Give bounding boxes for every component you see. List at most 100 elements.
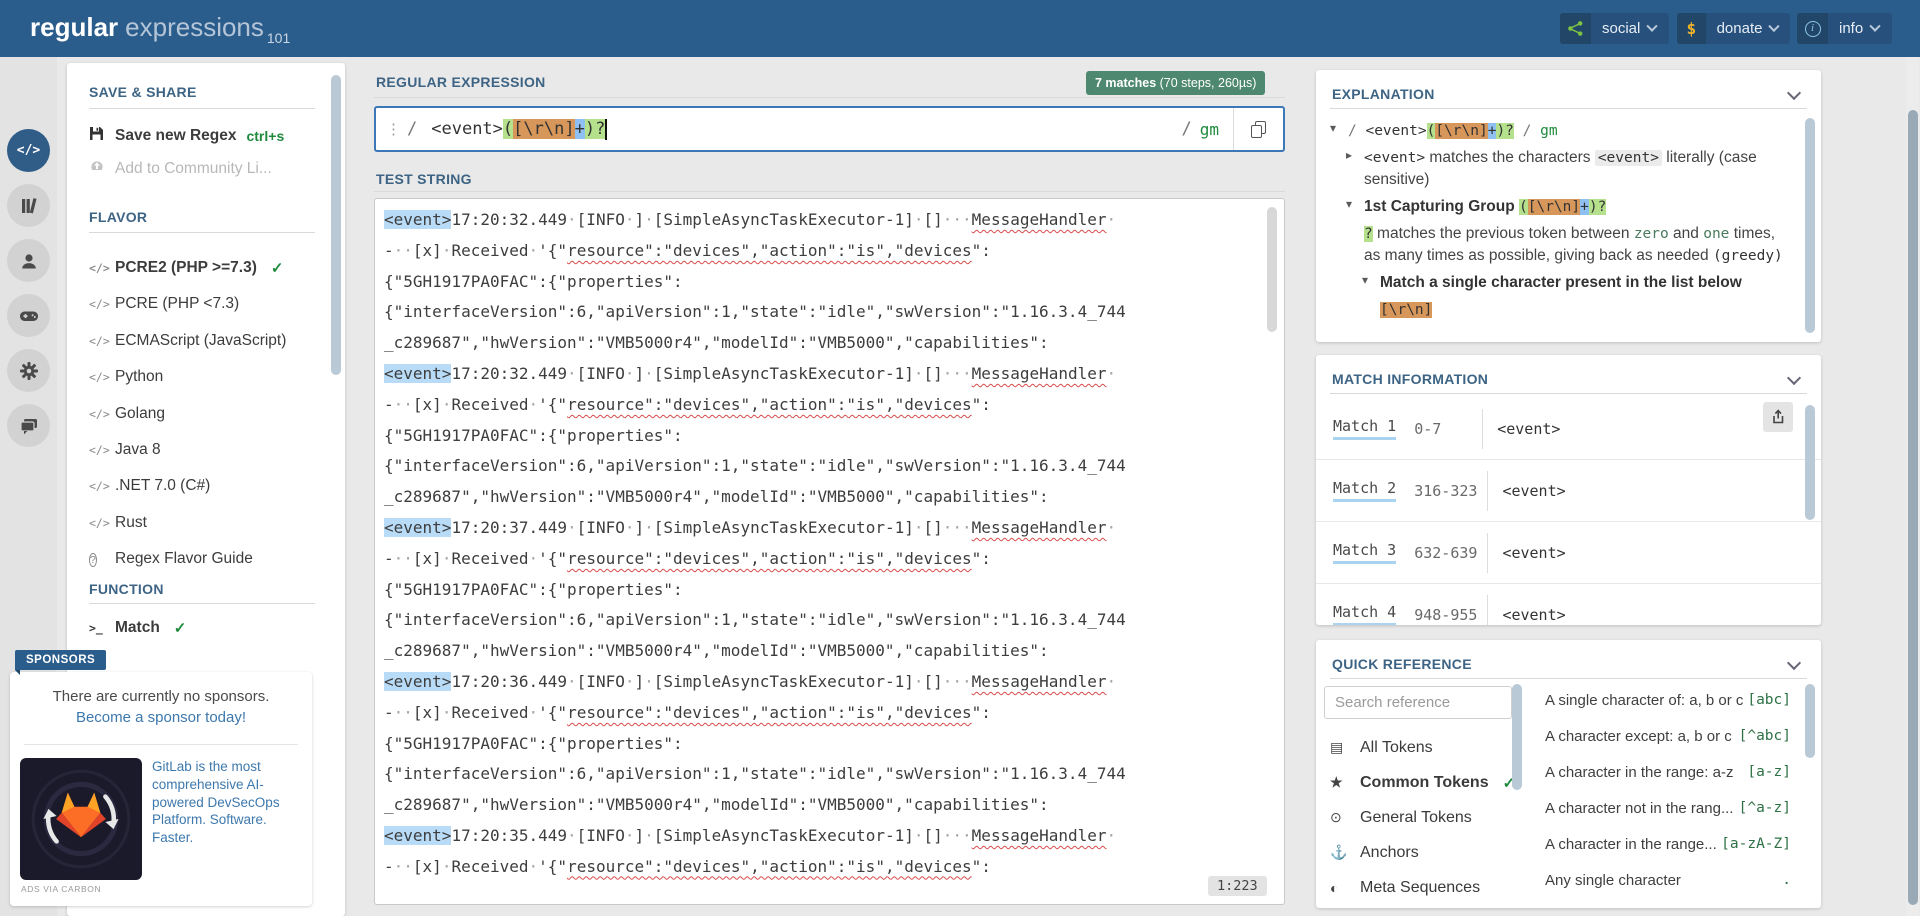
library-icon [21,197,37,213]
token-item[interactable]: A character not in the rang... [^a-z] [1545,790,1791,826]
search-reference-input[interactable] [1324,686,1512,719]
sponsors-badge: SPONSORS [15,650,107,675]
flavor-item-pcre-php-7-3[interactable]: </> PCRE (PHP <7.3) [89,295,239,313]
sidebar-item-account[interactable] [7,239,50,282]
test-string-line: -··[x]·Received·'{"resource":"devices","… [384,852,1266,883]
social-menu-button[interactable]: social [1560,13,1669,44]
match-row[interactable]: Match 3 632-639 <event> [1316,522,1821,584]
flavor-item-regex-flavor-guide[interactable]: ? Regex Flavor Guide [89,550,253,568]
flavor-item-pcre2-php-7-3[interactable]: </> PCRE2 (PHP >=7.3) ✓ [89,259,283,277]
logo-part1: regular [30,12,119,42]
test-text-segment: resource":"devices","action":"is","devic… [567,856,972,876]
collapse-quick-reference-icon[interactable] [1786,655,1802,671]
explanation-text: [\r\n] [1380,301,1433,318]
token-item[interactable]: A character in the range: a-z [a-z] [1545,754,1791,790]
category-item-meta-sequences[interactable]: ◐ Meta Sequences [1324,870,1512,905]
caret-down-icon[interactable]: ▾ [1330,120,1336,137]
page-scrollbar[interactable] [1906,57,1919,916]
sidebar-item-settings[interactable] [7,349,50,392]
whitespace-dot: · [528,702,539,722]
match-list: Match 1 0-7 <event> Match 2 316-323 <event> Ma… [1316,398,1821,625]
explanation-segment: <event> [1364,150,1426,166]
gitlab-ad-image[interactable] [20,758,142,880]
sidebar-item-regex-editor[interactable]: </> [7,129,50,172]
collapse-match-information-icon[interactable] [1786,370,1802,386]
whitespace-dot: · [441,702,452,722]
copy-regex-button[interactable] [1233,108,1283,150]
test-text-segment: MessageHandler [971,517,1107,537]
flavor-item-label: .NET 7.0 (C#) [115,477,211,495]
category-label: All Tokens [1360,738,1433,756]
test-string-line: {"5GH1917PA0FAC":{"properties": [384,575,1266,606]
function-item-match[interactable]: >_ Match ✓ [89,619,186,637]
explanation-row: ? matches the previous token between zer… [1346,223,1795,267]
match-row[interactable]: Match 1 0-7 <event> [1316,398,1821,460]
token-description: Any single character [1545,871,1681,889]
category-item-all-tokens[interactable]: ▤ All Tokens [1324,730,1512,765]
whitespace-dot: · [624,825,635,845]
caret-down-icon[interactable]: ▾ [1362,272,1368,289]
token-item[interactable]: A single character of: a, b or c [abc] [1545,682,1791,718]
code-icon: </> [16,143,41,158]
become-sponsor-link[interactable]: Become a sponsor today! [10,709,312,726]
category-item-common-tokens[interactable]: ★ Common Tokens ✓ [1324,765,1515,800]
regex-input[interactable]: ⋮ / <event>([\r\n]+)? / gm [374,106,1285,152]
caret-down-icon[interactable]: ▾ [1346,196,1352,213]
flavor-item-ecmascript-javascript[interactable]: </> ECMAScript (JavaScript) [89,332,286,350]
match-highlight: <event> [384,517,452,537]
test-text-segment: -··[x]·Received·'{" [384,548,568,568]
match-row[interactable]: Match 2 316-323 <event> [1316,460,1821,522]
whitespace-dot: · [913,825,924,845]
test-text-segment: 17:20:37.449·[INFO·]·[SimpleAsyncTaskExe… [451,517,972,537]
flavor-item-rust[interactable]: </> Rust [89,514,147,532]
explanation-segment: ) [1496,123,1506,139]
sidebar-item-playground[interactable] [7,294,50,337]
match-list-scrollbar[interactable] [1805,405,1815,520]
category-item-anchors[interactable]: ⚓ Anchors [1324,835,1512,870]
explanation-segment: one [1703,226,1730,242]
flavor-item-java-8[interactable]: </> Java 8 [89,441,161,459]
token-item[interactable]: A character except: a, b or c [^abc] [1545,718,1791,754]
whitespace-dot: ·· [393,240,413,260]
export-matches-button[interactable] [1763,402,1793,432]
flavor-item-net-7-0-c[interactable]: </> .NET 7.0 (C#) [89,477,210,495]
logo[interactable]: regular expressions 101 [30,12,290,46]
explanation-text: / <event>([\r\n]+)? / gm [1348,122,1558,139]
gitlab-ad-text[interactable]: GitLab is the most comprehensive AI-powe… [152,758,304,847]
test-string-editor[interactable]: <event>17:20:32.449·[INFO·]·[SimpleAsync… [374,198,1285,905]
donate-menu-button[interactable]: $ donate [1677,13,1790,44]
match-count-bold: 7 matches [1095,76,1157,90]
match-row[interactable]: Match 4 948-955 <event> [1316,584,1821,625]
test-text-segment: ": [971,548,991,568]
match-range: 0-7 [1414,419,1442,438]
flavor-item-python[interactable]: </> Python [89,368,163,386]
test-text-segment: -··[x]·Received·'{" [384,240,568,260]
match-highlight: <event> [384,363,452,383]
explanation-text: Match a single character present in the … [1380,274,1742,291]
flavor-item-golang[interactable]: </> Golang [89,405,165,423]
info-menu-button[interactable]: i info [1797,13,1892,44]
match-count-badge[interactable]: 7 matches (70 steps, 260µs) [1086,71,1266,95]
drag-handle-icon[interactable]: ⋮ [376,120,407,138]
regex-flags[interactable]: gm [1200,120,1219,139]
page-scrollbar-thumb[interactable] [1907,110,1918,905]
test-string-scrollbar[interactable] [1267,207,1277,332]
add-to-community-button[interactable]: Add to Community Li... [89,159,272,178]
category-item-general-tokens[interactable]: ⊙ General Tokens [1324,800,1512,835]
sidebar-item-feedback[interactable] [7,404,50,447]
token-description: A character not in the rang... [1545,799,1734,817]
save-new-regex-button[interactable]: Save new Regex ctrl+s [89,126,284,146]
test-text-segment: {"interfaceVersion":6,"apiVersion":1,"st… [384,764,1126,784]
token-item[interactable]: Any single character. [1545,862,1791,898]
category-list-scrollbar[interactable] [1512,684,1522,790]
explanation-segment: ? [1364,226,1373,242]
test-string-line: _c289687","hwVersion":"VMB5000r4","model… [384,328,1266,359]
sidebar-item-library[interactable] [7,184,50,227]
explanation-scrollbar[interactable] [1805,118,1815,333]
check-icon: ✓ [173,620,187,637]
collapse-explanation-icon[interactable] [1786,85,1802,101]
caret-right-icon[interactable]: ▸ [1346,147,1352,164]
token-item[interactable]: A character in the range... [a-zA-Z] [1545,826,1791,862]
sidebar-scrollbar[interactable] [331,75,341,375]
token-list-scrollbar[interactable] [1805,684,1815,758]
